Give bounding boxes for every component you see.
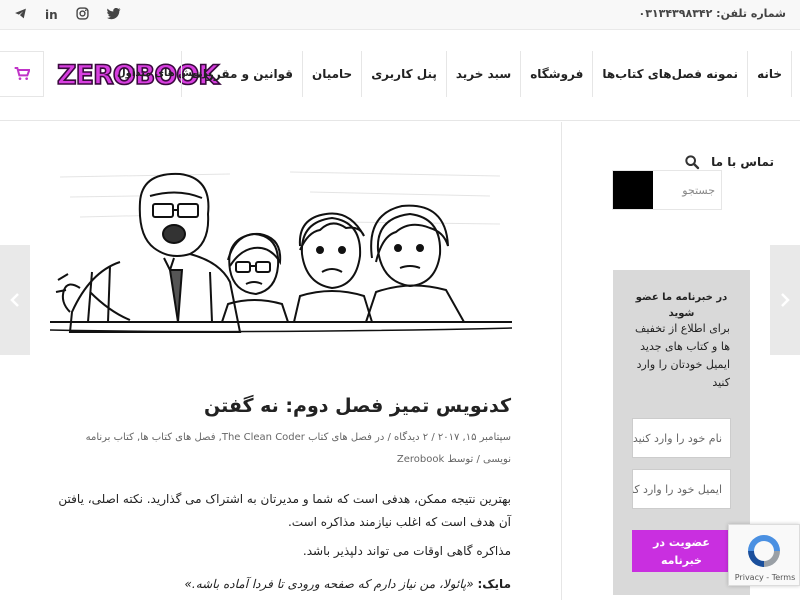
recaptcha-badge[interactable]: Privacy - Terms <box>728 524 800 586</box>
cart-icon <box>14 67 30 80</box>
previous-post-arrow[interactable] <box>0 245 30 355</box>
search-icon[interactable] <box>684 154 700 170</box>
speaker-quote: «پائولا، من نیاز دارم که صفحه ورودی تا ف… <box>184 577 478 591</box>
next-post-arrow[interactable] <box>770 245 800 355</box>
nav-item-rules[interactable]: قوانین و مقررات <box>180 51 302 97</box>
top-bar: in شماره تلفن: ۰۳۱۳۴۳۹۸۳۴۲ <box>0 0 800 30</box>
post-title[interactable]: کدنویس تمیز فصل دوم: نه گفتن <box>204 395 511 417</box>
nav-item-shop[interactable]: فروشگاه <box>520 51 592 97</box>
subscribe-button[interactable]: عضویت در خبرنامه <box>632 530 731 572</box>
speaker-name: مایک: <box>477 577 511 591</box>
chevron-right-icon <box>781 293 790 307</box>
chevron-left-icon <box>10 293 19 307</box>
social-links: in <box>14 7 121 23</box>
phone-number: شماره تلفن: ۰۳۱۳۴۳۹۸۳۴۲ <box>638 7 786 20</box>
site-header: ZEROBOOK پرسش های متداول خانه نمونه فصل‌… <box>0 31 800 121</box>
nav-item-user-panel[interactable]: پنل کاربری <box>361 51 446 97</box>
linkedin-icon[interactable]: in <box>45 8 58 22</box>
twitter-icon[interactable] <box>106 7 121 23</box>
recaptcha-icon <box>748 535 780 567</box>
nav-item-contact[interactable]: تماس با ما <box>711 155 774 169</box>
email-field[interactable]: ایمیل خود را وارد کنید <box>632 469 731 509</box>
name-field[interactable]: نام خود را وارد کنید <box>632 418 731 458</box>
post-paragraph-2: مذاکره گاهی اوقات می تواند دلپذیر باشد. <box>302 544 511 558</box>
main-nav: خانه نمونه فصل‌های کتاب‌ها فروشگاه سبد خ… <box>180 51 792 97</box>
sidebar-search: جستجو <box>612 170 722 210</box>
main-content: کدنویس تمیز فصل دوم: نه گفتن سپتامبر ۱۵,… <box>0 122 562 600</box>
instagram-icon[interactable] <box>76 7 89 23</box>
search-input[interactable]: جستجو <box>653 171 721 209</box>
post-illustration <box>50 171 512 333</box>
telegram-icon[interactable] <box>14 7 27 23</box>
search-submit-button[interactable] <box>613 171 653 209</box>
cart-button[interactable] <box>0 51 44 97</box>
nav-item-cart[interactable]: سبد خرید <box>445 51 520 97</box>
post-meta-line-2[interactable]: نویسی / توسط Zerobook <box>49 449 511 471</box>
nav-item-sponsors[interactable]: حامیان <box>301 51 361 97</box>
nav-item-home[interactable]: خانه <box>747 51 792 97</box>
recaptcha-links[interactable]: Privacy - Terms <box>729 573 800 582</box>
post-paragraph-1: بهترین نتیجه ممکن، هدفی است که شما و مدی… <box>58 492 511 529</box>
nav-item-sample-chapters[interactable]: نمونه فصل‌های کتاب‌ها <box>592 51 747 97</box>
post-paragraph-3: مایک: «پائولا، من نیاز دارم که صفحه ورود… <box>49 573 511 596</box>
newsletter-description: برای اطلاع از تخفیف ها و کتاب های جدید ا… <box>634 322 730 389</box>
post-meta-line-1[interactable]: سپتامبر ۱۵, ۲۰۱۷ / ۲ دیدگاه / در فصل های… <box>49 427 511 449</box>
newsletter-title: در خبرنامه ما عضو شوید <box>635 292 728 319</box>
post-meta: سپتامبر ۱۵, ۲۰۱۷ / ۲ دیدگاه / در فصل های… <box>49 427 511 471</box>
